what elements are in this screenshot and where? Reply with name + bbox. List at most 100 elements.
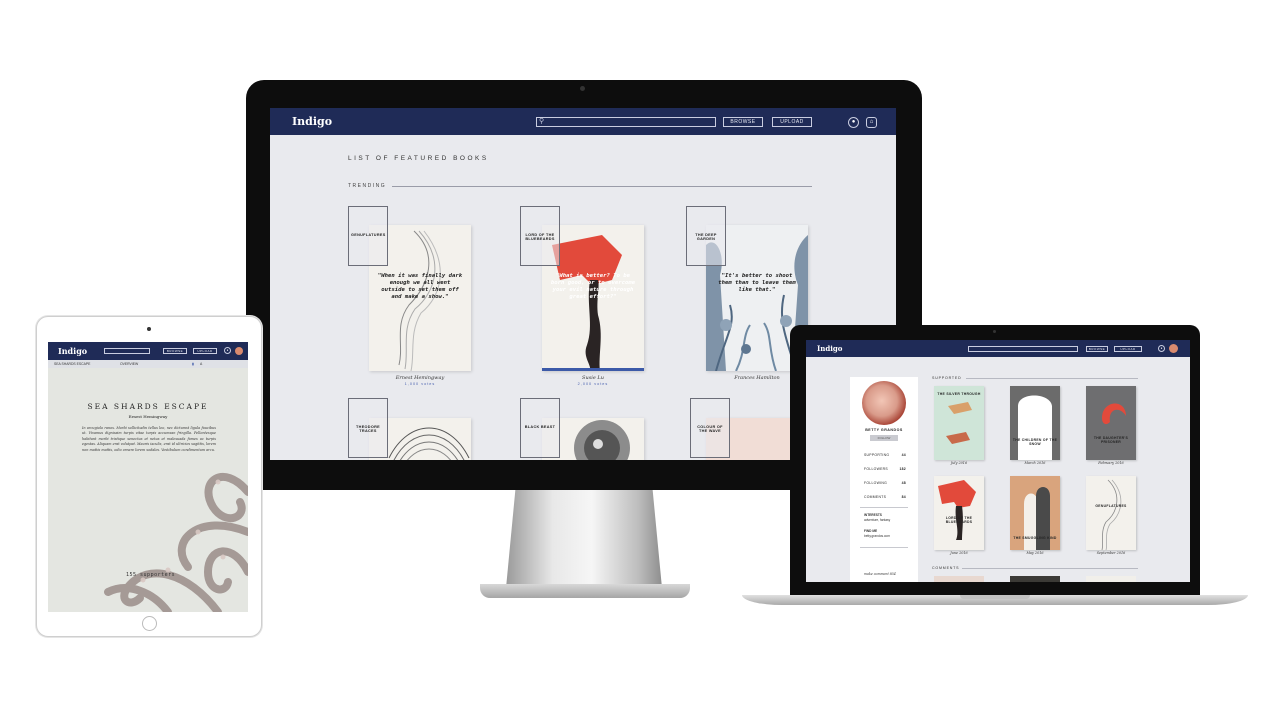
divider bbox=[392, 186, 812, 187]
supported-date: February 2016 bbox=[1098, 461, 1124, 465]
book-title: LORD OF THE BLUEBEARDS bbox=[525, 233, 555, 241]
book-author: Susie Lu bbox=[582, 375, 604, 381]
book-label[interactable]: LORD OF THE BLUEBEARDS bbox=[520, 206, 560, 266]
comment-link[interactable]: make comment 854 bbox=[864, 572, 910, 577]
find-me: FIND ME betty.grandos.com bbox=[864, 529, 910, 538]
divider bbox=[860, 507, 908, 508]
camera bbox=[147, 327, 151, 331]
follow-button[interactable]: FOLLOW bbox=[870, 435, 898, 441]
book-label[interactable]: BLACK BEAST bbox=[520, 398, 560, 458]
stat-comments[interactable]: COMMENTS 84 bbox=[864, 495, 906, 499]
profile-avatar bbox=[862, 381, 906, 425]
book-label[interactable]: THE DEEP GARDEN bbox=[686, 206, 726, 266]
camera bbox=[580, 86, 585, 91]
supported-date: May 2016 bbox=[1026, 551, 1044, 555]
findme-link[interactable]: betty.grandos.com bbox=[864, 534, 910, 539]
comment-thumbnail[interactable] bbox=[934, 576, 984, 582]
stat-label: SUPPORTING bbox=[864, 453, 890, 457]
supported-book[interactable]: THE DAUGHTER'S PRISONER bbox=[1086, 386, 1136, 460]
stat-value: 84 bbox=[901, 495, 906, 499]
avatar[interactable] bbox=[1169, 344, 1178, 353]
camera bbox=[993, 330, 996, 333]
top-nav: Indigo BROWSE UPLOAD ● bbox=[806, 340, 1190, 357]
page-title: LIST OF FEATURED BOOKS bbox=[348, 155, 489, 162]
supported-book-title: THE CHILDREN OF THE SNOW bbox=[1012, 438, 1058, 446]
laptop-notch bbox=[960, 595, 1030, 599]
book-label[interactable]: COLOUR OF THE WAVE bbox=[690, 398, 730, 458]
logo[interactable]: Indigo bbox=[817, 344, 842, 353]
stat-value: 182 bbox=[899, 467, 906, 471]
device-mockup-stage: Indigo ⚲ BROWSE UPLOAD ● ⌂ LIST OF FEATU… bbox=[0, 0, 1280, 720]
stat-supporting[interactable]: SUPPORTING 44 bbox=[864, 453, 906, 457]
laptop-screen: Indigo BROWSE UPLOAD ● BETTY GRANDOS FOL… bbox=[806, 340, 1190, 582]
search-input[interactable]: ⚲ bbox=[536, 117, 716, 127]
book-votes: 1,000 votes bbox=[404, 382, 436, 386]
supported-book-title: THE SMUGGLING KIND bbox=[1013, 536, 1057, 540]
stat-followers[interactable]: FOLLOWERS 182 bbox=[864, 467, 906, 471]
book-title: THEODORE TRACES bbox=[356, 425, 380, 433]
ghost-illustration bbox=[1010, 386, 1060, 460]
profile-card: BETTY GRANDOS FOLLOW SUPPORTING 44 FOLLOW… bbox=[850, 377, 918, 582]
notification-icon[interactable]: ● bbox=[848, 117, 859, 128]
hands-illustration bbox=[946, 402, 972, 444]
supported-book-title: LORD OF THE BLUEBEARDS bbox=[945, 516, 973, 524]
divider bbox=[860, 547, 908, 548]
supported-book[interactable]: THE CHILDREN OF THE SNOW bbox=[1010, 386, 1060, 460]
book-title: THE DEEP GARDEN bbox=[695, 233, 717, 241]
comment-thumbnail[interactable] bbox=[1086, 576, 1136, 582]
search-input[interactable] bbox=[968, 346, 1078, 352]
notification-icon[interactable]: ● bbox=[1158, 345, 1165, 352]
logo[interactable]: Indigo bbox=[292, 115, 332, 128]
home-button[interactable] bbox=[142, 616, 157, 631]
upload-button[interactable]: UPLOAD bbox=[1114, 346, 1142, 352]
browse-button[interactable]: BROWSE bbox=[1086, 346, 1108, 352]
book-excerpt: In arcugiolo ranos. Morbi sollicitudin t… bbox=[82, 426, 216, 452]
supported-heading: SUPPORTED bbox=[932, 376, 962, 380]
top-nav: Indigo ⚲ BROWSE UPLOAD ● ⌂ bbox=[270, 108, 896, 135]
comments-heading: COMMENTS bbox=[932, 566, 960, 570]
bird-illustration bbox=[938, 480, 976, 540]
supported-book[interactable]: GENUFLATURES bbox=[1086, 476, 1136, 550]
book-votes: 2,000 votes bbox=[577, 382, 609, 386]
upload-button[interactable]: UPLOAD bbox=[772, 117, 812, 127]
book-title: SEA SHARDS ESCAPE bbox=[87, 402, 209, 411]
supported-date: June 2016 bbox=[950, 551, 968, 555]
book-quote: "When it was finally dark enough we all … bbox=[377, 273, 463, 300]
divider bbox=[962, 568, 1138, 569]
supported-book[interactable]: LORD OF THE BLUEBEARDS bbox=[934, 476, 984, 550]
crescent-illustration bbox=[1102, 403, 1126, 425]
feather-illustration bbox=[1101, 479, 1122, 550]
book-quote: "What is better? To be born good, or to … bbox=[550, 273, 636, 300]
interests: INTERESTS adventure, fantasy bbox=[864, 513, 910, 522]
book-author: Ernest Hemingway bbox=[128, 414, 168, 419]
book-label[interactable]: THEODORE TRACES bbox=[348, 398, 388, 458]
stat-following[interactable]: FOLLOWING 48 bbox=[864, 481, 906, 485]
supporters-count: 155 supporters bbox=[126, 572, 176, 578]
stat-value: 48 bbox=[901, 481, 906, 485]
stat-label: COMMENTS bbox=[864, 495, 887, 499]
supported-date: March 2016 bbox=[1024, 461, 1046, 465]
trending-heading: TRENDING bbox=[348, 183, 387, 189]
supported-book[interactable]: THE SILVER THROUGH bbox=[934, 386, 984, 460]
browse-button[interactable]: BROWSE bbox=[723, 117, 763, 127]
supported-date: July 2016 bbox=[950, 461, 968, 465]
book-title: BLACK BEAST bbox=[524, 425, 556, 429]
stat-label: FOLLOWERS bbox=[864, 467, 888, 471]
comment-thumbnail[interactable] bbox=[1010, 576, 1060, 582]
supported-date: September 2016 bbox=[1096, 551, 1126, 555]
user-menu-icon[interactable]: ⌂ bbox=[866, 117, 877, 128]
supported-book-title: THE DAUGHTER'S PRISONER bbox=[1093, 436, 1129, 444]
book-title: COLOUR OF THE WAVE bbox=[697, 425, 723, 433]
supported-book-title: GENUFLATURES bbox=[1095, 504, 1127, 508]
book-quote: "It's better to shoot them than to leave… bbox=[718, 273, 796, 293]
supported-book[interactable]: THE SMUGGLING KIND bbox=[1010, 476, 1060, 550]
stat-label: FOLLOWING bbox=[864, 481, 888, 485]
book-author: Ernest Hemingway bbox=[395, 375, 445, 381]
divider bbox=[966, 378, 1138, 379]
profile-name: BETTY GRANDOS bbox=[865, 428, 903, 432]
search-icon: ⚲ bbox=[539, 118, 545, 125]
book-label[interactable]: GENUFLATURES bbox=[348, 206, 388, 266]
book-title: GENUFLATURES bbox=[351, 233, 386, 237]
interests-value: adventure, fantasy bbox=[864, 517, 891, 522]
stat-value: 44 bbox=[901, 453, 906, 457]
